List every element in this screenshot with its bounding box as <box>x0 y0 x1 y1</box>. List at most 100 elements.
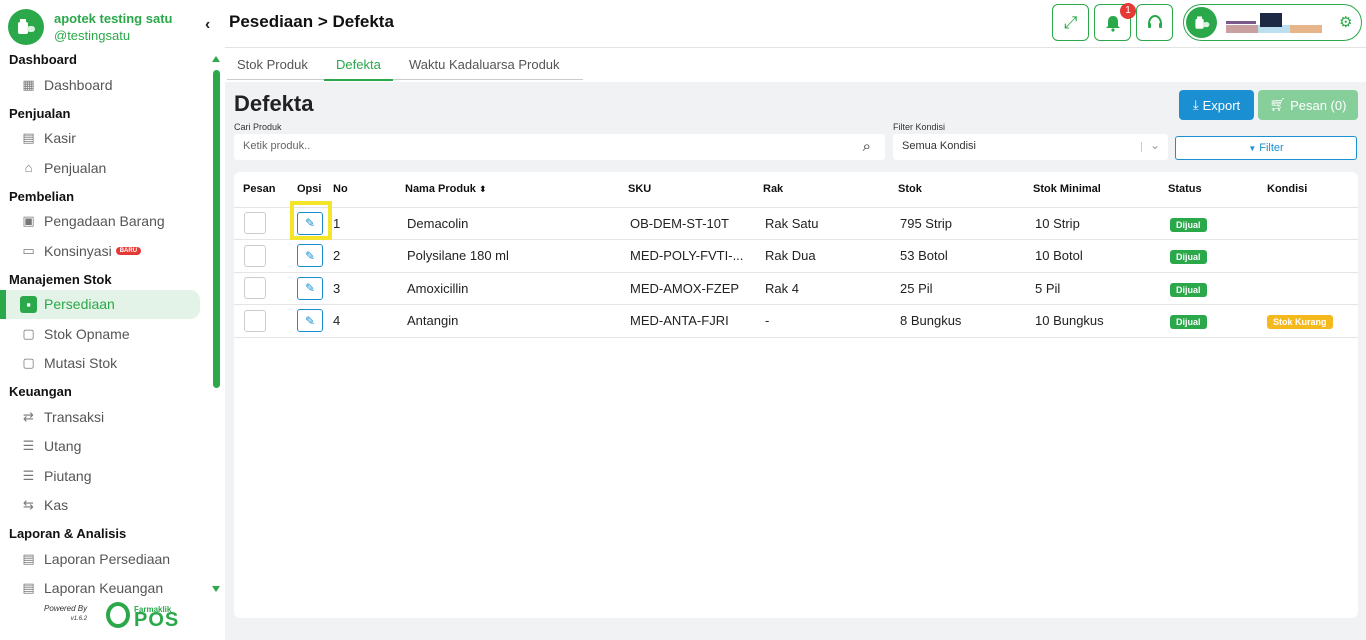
cell-rak: Rak 4 <box>763 272 898 305</box>
pencil-icon: ✎ <box>304 248 316 263</box>
cell-kondisi <box>1267 207 1358 240</box>
cell-sku: MED-AMOX-FZEP <box>628 272 763 305</box>
chevron-down-icon: ⌄ <box>1149 138 1160 152</box>
support-button[interactable] <box>1136 4 1173 41</box>
col-nama-produk[interactable]: Nama Produk ⬍ <box>405 172 628 208</box>
powered-by: Powered By v1.6.2 <box>44 604 87 624</box>
sidebar-item-kasir[interactable]: ▤ Kasir <box>0 124 210 154</box>
edit-button[interactable]: ✎ <box>297 244 323 268</box>
sidebar-item-laporan-keuangan[interactable]: ▤ Laporan Keuangan <box>0 574 210 596</box>
sidebar-scrollbar[interactable] <box>212 56 221 592</box>
inventory-report-icon: ▤ <box>22 550 35 566</box>
row-order-checkbox[interactable] <box>244 244 266 267</box>
search-field[interactable]: ⌕ <box>234 134 885 160</box>
sidebar-item-dashboard[interactable]: ▦ Dashboard <box>0 70 210 100</box>
sidebar: apotek testing satu @testingsatu ‹ Dashb… <box>0 0 225 640</box>
sidebar-nav: Dashboard ▦ Dashboard Penjualan ▤ Kasir ⌂ P… <box>0 50 210 596</box>
cell-stok-minimal: 10 Bungkus <box>1033 304 1168 338</box>
search-icon[interactable]: ⌕ <box>863 138 871 155</box>
sidebar-item-mutasi-stok[interactable]: ▢ Mutasi Stok <box>0 349 210 379</box>
section-pembelian: Pembelian <box>9 188 75 204</box>
fullscreen-button[interactable]: ⤢ <box>1052 4 1089 41</box>
cell-nama: Antangin <box>405 304 628 338</box>
edit-button[interactable]: ✎ <box>297 211 323 235</box>
row-order-checkbox[interactable] <box>244 309 266 332</box>
cell-rak: - <box>763 304 898 338</box>
kondisi-select[interactable]: Semua Kondisi ⌄ <box>893 134 1168 160</box>
cashier-icon: ▤ <box>22 130 35 146</box>
edit-button[interactable]: ✎ <box>297 276 323 300</box>
filter-kondisi-label: Filter Kondisi <box>893 122 946 132</box>
user-profile-menu[interactable]: ⚙ <box>1183 4 1362 41</box>
sidebar-item-label: Penjualan <box>44 159 107 176</box>
section-laporan: Laporan & Analisis <box>9 526 127 541</box>
export-button[interactable]: ⤓ Export <box>1179 90 1254 120</box>
tab-stok-produk[interactable]: Stok Produk <box>225 48 320 81</box>
brand-logo <box>8 9 44 45</box>
filter-button[interactable]: ▼ Filter <box>1175 136 1357 160</box>
col-rak: Rak <box>763 172 898 208</box>
pesan-button[interactable]: 🛒︎ Pesan (0) <box>1258 90 1358 120</box>
sidebar-item-label: Laporan Persediaan <box>44 550 171 567</box>
sidebar-item-stok-opname[interactable]: ▢ Stok Opname <box>0 319 210 349</box>
cell-stok-minimal: 10 Strip <box>1033 207 1168 240</box>
row-order-checkbox[interactable] <box>244 277 266 300</box>
cell-sku: MED-ANTA-FJRI <box>628 304 763 338</box>
sidebar-item-kas[interactable]: ⇆ Kas <box>0 491 210 521</box>
brand-name: apotek testing satu <box>54 11 173 26</box>
sidebar-item-label: Mutasi Stok <box>44 355 118 372</box>
brand[interactable]: apotek testing satu @testingsatu <box>8 8 208 46</box>
brand-handle: @testingsatu <box>54 28 131 43</box>
search-label: Cari Produk <box>234 122 282 132</box>
sidebar-item-penjualan[interactable]: ⌂ Penjualan <box>0 153 210 183</box>
sort-icon[interactable]: ⬍ <box>479 184 487 194</box>
sidebar-item-pengadaan-barang[interactable]: ▣ Pengadaan Barang <box>0 207 210 237</box>
col-stok: Stok <box>898 172 1033 208</box>
table-row: ✎ 3 Amoxicillin MED-AMOX-FZEP Rak 4 25 P… <box>234 272 1358 305</box>
sidebar-item-konsinyasi[interactable]: ▭ Konsinyasi BARU <box>0 236 210 266</box>
cell-no: 3 <box>333 272 405 305</box>
download-icon: ⤓ <box>1192 97 1199 112</box>
defekta-table-card: Pesan Opsi No Nama Produk ⬍ SKU Rak Stok… <box>234 172 1358 618</box>
search-input[interactable] <box>243 140 843 152</box>
cell-sku: OB-DEM-ST-10T <box>628 207 763 240</box>
cell-sku: MED-POLY-FVTI-... <box>628 239 763 273</box>
chevron-down-icon: ▼ <box>1248 143 1257 153</box>
cell-rak: Rak Satu <box>763 207 898 240</box>
table-row: ✎ 4 Antangin MED-ANTA-FJRI - 8 Bungkus 1… <box>234 304 1358 338</box>
row-order-checkbox[interactable] <box>244 212 266 235</box>
status-badge: Dijual <box>1170 250 1207 265</box>
notification-button[interactable]: 1 <box>1094 3 1136 41</box>
kondisi-badge: Stok Kurang <box>1267 315 1333 330</box>
collapse-sidebar-icon[interactable]: ‹ <box>205 16 210 34</box>
cell-rak: Rak Dua <box>763 239 898 273</box>
farmaklik-pos-logo: Farmaklik POS <box>106 602 179 630</box>
grid-icon: ▦ <box>22 76 35 92</box>
kondisi-select-value: Semua Kondisi <box>902 140 976 152</box>
cell-stok-minimal: 5 Pil <box>1033 272 1168 305</box>
sidebar-item-piutang[interactable]: ☰ Piutang <box>0 461 210 491</box>
gear-icon[interactable]: ⚙ <box>1339 13 1352 31</box>
tab-defekta[interactable]: Defekta <box>324 48 393 81</box>
pencil-icon: ✎ <box>304 313 316 328</box>
sidebar-item-label: Transaksi <box>44 408 105 425</box>
tab-waktu-kadaluarsa[interactable]: Waktu Kadaluarsa Produk <box>397 48 572 81</box>
cell-stok: 25 Pil <box>898 272 1033 305</box>
filter-button-label: Filter <box>1259 142 1284 154</box>
sidebar-item-label: Utang <box>44 438 82 455</box>
sidebar-item-laporan-persediaan[interactable]: ▤ Laporan Persediaan <box>0 544 210 574</box>
col-opsi: Opsi <box>297 172 333 208</box>
sidebar-item-label: Dashboard <box>44 76 113 93</box>
col-kondisi: Kondisi <box>1267 172 1358 208</box>
pencil-icon: ✎ <box>304 281 316 296</box>
sidebar-item-utang[interactable]: ☰ Utang <box>0 432 210 462</box>
section-dashboard: Dashboard <box>9 52 77 67</box>
sidebar-item-transaksi[interactable]: ⇄ Transaksi <box>0 402 210 432</box>
export-label: Export <box>1202 97 1241 113</box>
sidebar-item-persediaan[interactable]: ▪ Persediaan <box>0 289 200 319</box>
scroll-up-icon[interactable] <box>212 56 220 62</box>
edit-button[interactable]: ✎ <box>297 309 323 333</box>
scroll-thumb[interactable] <box>213 70 220 388</box>
section-penjualan: Penjualan <box>9 105 71 121</box>
scroll-down-icon[interactable] <box>212 586 220 592</box>
